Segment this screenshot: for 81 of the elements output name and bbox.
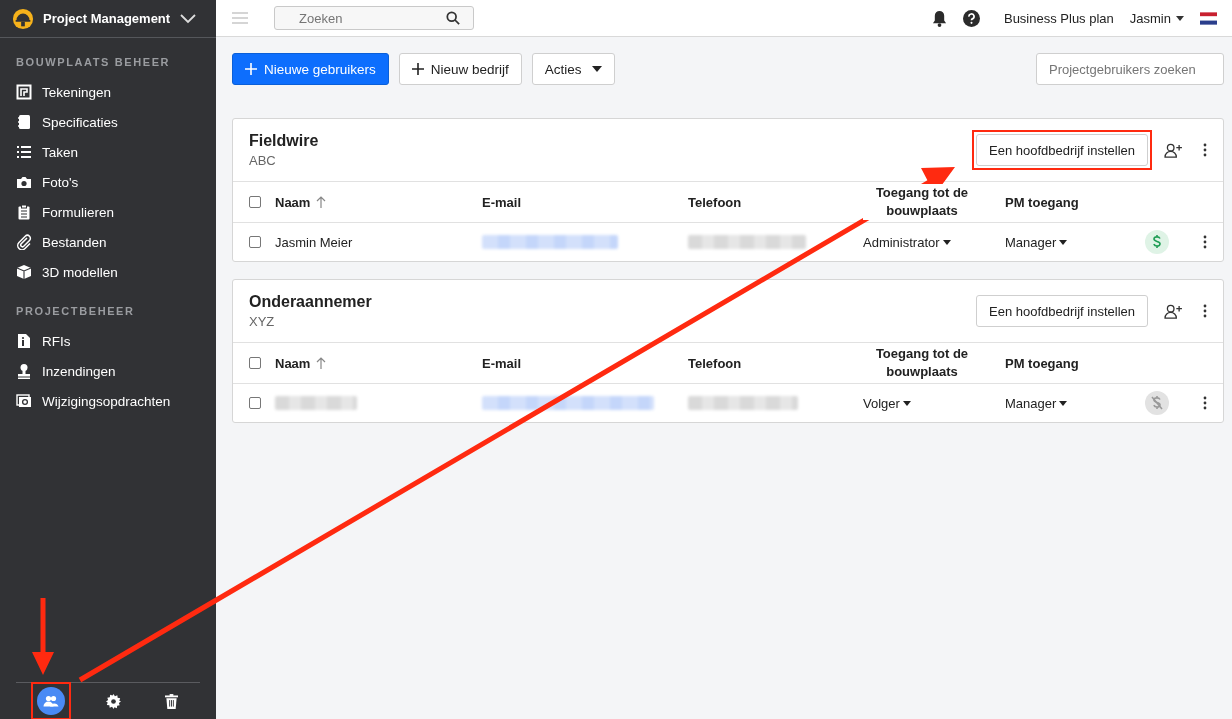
sidebar-item[interactable]: Formulieren	[0, 197, 216, 227]
more-options-icon[interactable]	[1203, 304, 1207, 318]
section-heading: PROJECTBEHEER	[15, 305, 136, 319]
search-icon[interactable]	[446, 11, 460, 25]
actions-dropdown[interactable]: Acties	[531, 53, 615, 85]
sidebar-item[interactable]: Tekeningen	[0, 77, 216, 107]
site-access-dropdown[interactable]: Volger	[863, 395, 911, 411]
new-users-button[interactable]: Nieuwe gebruikers	[232, 53, 389, 85]
add-user-icon[interactable]	[1164, 142, 1183, 158]
trash-icon	[164, 693, 178, 709]
users-button[interactable]	[36, 687, 65, 715]
caret-icon	[902, 400, 911, 406]
users-icon	[42, 695, 59, 707]
sidebar-item[interactable]: RFIs	[0, 326, 216, 356]
help-icon[interactable]	[962, 9, 980, 27]
paperclip-icon	[16, 234, 32, 250]
user-menu[interactable]: Jasmin	[1129, 10, 1184, 26]
select-all-checkbox[interactable]	[249, 196, 261, 208]
flag-icon[interactable]	[1200, 11, 1217, 25]
column-header[interactable]: Naam	[275, 355, 482, 371]
row-checkbox[interactable]	[249, 397, 261, 409]
caret-icon	[591, 66, 602, 72]
caret-icon	[1059, 239, 1068, 245]
more-options-icon[interactable]	[1203, 396, 1207, 410]
row-checkbox[interactable]	[249, 236, 261, 248]
chevron-down-icon[interactable]	[180, 13, 196, 24]
add-user-icon[interactable]	[1164, 303, 1183, 319]
column-header[interactable]: Naam	[275, 194, 482, 210]
stamp-icon	[16, 363, 32, 379]
camera-icon	[16, 174, 32, 190]
plan-link[interactable]: Business Plus plan	[1003, 10, 1114, 26]
pm-access-dropdown[interactable]: Manager	[1005, 234, 1068, 250]
set-main-company-button[interactable]: Een hoofdbedrijf instellen	[976, 134, 1148, 166]
site-access-dropdown[interactable]: Administrator	[863, 234, 951, 250]
caret-icon	[942, 239, 951, 245]
sidebar-item[interactable]: Specificaties	[0, 107, 216, 137]
sidebar-item[interactable]: Foto's	[0, 167, 216, 197]
gear-icon	[106, 693, 122, 709]
sidebar-item[interactable]: 3D modellen	[0, 257, 216, 287]
column-header: PM toegang	[1005, 194, 1080, 210]
company-code: XYZ	[249, 314, 276, 329]
sort-arrow-icon	[316, 357, 327, 369]
user-name: Jasmin Meier	[275, 234, 353, 250]
cube-icon	[16, 264, 32, 280]
plus-icon	[411, 63, 424, 75]
company-name: Fieldwire	[249, 132, 320, 150]
dollar-crossed-icon[interactable]	[1145, 391, 1169, 415]
company-name: Onderaannemer	[249, 293, 373, 311]
sidebar-item[interactable]: Taken	[0, 137, 216, 167]
clipboard-icon	[16, 204, 32, 220]
section-heading: BOUWPLAATS BEHEER	[15, 56, 172, 70]
company-code: ABC	[249, 153, 277, 168]
sort-arrow-icon	[316, 196, 327, 208]
notebook-icon	[16, 114, 32, 130]
plus-icon	[245, 63, 257, 75]
hardhat-logo-icon	[12, 7, 34, 30]
document-icon	[16, 333, 32, 349]
sidebar-item[interactable]: Wijzigingsopdrachten	[0, 386, 216, 416]
column-header: E-mail	[482, 194, 522, 210]
more-options-icon[interactable]	[1203, 143, 1207, 157]
sidebar-item[interactable]: Inzendingen	[0, 356, 216, 386]
search-field[interactable]: Zoeken	[274, 6, 474, 30]
caret-icon	[1059, 400, 1068, 406]
search-field[interactable]: Projectgebruikers zoeken	[1036, 53, 1224, 85]
caret-icon	[1176, 15, 1184, 21]
pm-access-dropdown[interactable]: Manager	[1005, 395, 1068, 411]
sidebar-item[interactable]: Bestanden	[0, 227, 216, 257]
column-header: PM toegang	[1005, 355, 1080, 371]
floor-plan-icon	[16, 84, 32, 100]
bell-icon[interactable]	[931, 9, 947, 27]
gallery-icon	[16, 393, 32, 409]
select-all-checkbox[interactable]	[249, 357, 261, 369]
new-company-button[interactable]: Nieuw bedrijf	[398, 53, 522, 85]
dollar-icon[interactable]	[1145, 230, 1169, 254]
set-main-company-button[interactable]: Een hoofdbedrijf instellen	[976, 295, 1148, 327]
project-title[interactable]: Project Management	[43, 11, 171, 26]
column-header: Telefoon	[688, 355, 743, 371]
column-header: E-mail	[482, 355, 522, 371]
more-options-icon[interactable]	[1203, 235, 1207, 249]
list-icon	[16, 144, 32, 160]
column-header: Telefoon	[688, 194, 743, 210]
